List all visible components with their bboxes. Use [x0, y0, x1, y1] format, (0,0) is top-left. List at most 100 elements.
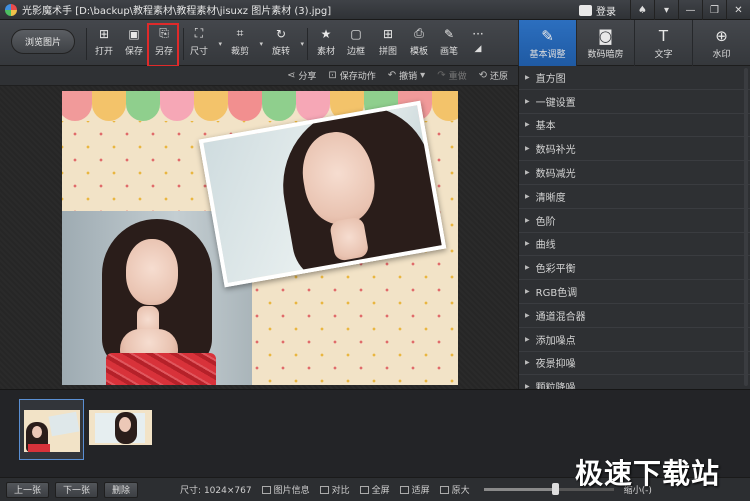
restore-label: 还原: [489, 72, 508, 82]
panel-item-one-click[interactable]: ▶ 一键设置: [519, 90, 750, 114]
panel-item-label: 数码减光: [535, 169, 576, 181]
menu-icon: ▾: [663, 4, 670, 16]
scallop-decoration: [262, 91, 296, 121]
save-icon: ▣: [128, 26, 140, 41]
panel-item-label: 基本: [535, 121, 556, 133]
panel-item-label: 色彩平衡: [535, 264, 576, 276]
thumbnail-face: [119, 417, 131, 432]
expand-arrow-icon: ▶: [525, 240, 530, 248]
chevron-down-icon[interactable]: ▾: [218, 40, 222, 48]
panel-item-fill-light[interactable]: ▶ 数码补光: [519, 137, 750, 162]
rotate-button[interactable]: ↻ 旋转 ▾: [266, 26, 304, 60]
panel-item-curves[interactable]: ▶ 曲线: [519, 233, 750, 257]
template-label: 模板: [409, 47, 428, 57]
browse-images-button[interactable]: 浏览图片: [11, 29, 75, 54]
app-name: 光影魔术手: [22, 6, 72, 17]
zoom-slider-fill: [483, 488, 556, 491]
red-dress-shape: [106, 353, 216, 385]
panel-item-label: 颗粒降噪: [535, 383, 576, 389]
chevron-down-icon[interactable]: ▾: [259, 40, 263, 48]
shirt-icon: ♠: [638, 4, 647, 16]
panel-item-label: 数码补光: [535, 145, 576, 157]
more-dropdown-icon: ◢: [474, 44, 482, 54]
close-button[interactable]: ✕: [726, 0, 750, 20]
panel-item-levels[interactable]: ▶ 色阶: [519, 209, 750, 233]
thumbnail-current[interactable]: [19, 399, 84, 460]
menu-button[interactable]: ▾: [654, 0, 678, 20]
panel-item-add-noise[interactable]: ▶ 添加噪点: [519, 328, 750, 352]
skin-button[interactable]: ♠: [630, 0, 654, 20]
edited-photo: [62, 91, 458, 385]
panel-item-histogram[interactable]: ▶ 直方图: [519, 66, 750, 90]
material-button[interactable]: ★ 素材: [311, 26, 341, 60]
tab-label: 基本调整: [529, 49, 566, 60]
brush-button[interactable]: ✎ 画笔: [434, 26, 464, 60]
expand-arrow-icon: ▶: [525, 311, 530, 319]
prev-image-button[interactable]: 上一张: [6, 481, 50, 498]
resize-button[interactable]: ⛶ 尺寸 ▾: [184, 26, 222, 60]
open-button[interactable]: ⊞ 打开: [89, 26, 119, 60]
fullscreen-icon: [359, 485, 369, 494]
next-image-button[interactable]: 下一张: [55, 481, 99, 498]
panel-item-label: 清晰度: [535, 192, 566, 204]
tab-text[interactable]: T 文字: [634, 20, 692, 66]
panel-item-reduce-light[interactable]: ▶ 数码减光: [519, 161, 750, 185]
title-bar: 光影魔术手 [D:\backup\教程素材\教程素材\jisuxz 图片素材 (…: [0, 0, 750, 20]
template-button[interactable]: ⎙ 模板: [404, 26, 434, 60]
close-icon: ✕: [734, 4, 743, 16]
expand-arrow-icon: ▶: [525, 359, 530, 367]
watermark-icon: ⊕: [715, 26, 728, 45]
more-tools-button[interactable]: ··· ◢: [463, 26, 493, 60]
zoom-slider-knob[interactable]: [552, 483, 560, 495]
panel-item-grain-denoise[interactable]: ▶ 颗粒降噪: [519, 375, 750, 389]
panel-scrollbar[interactable]: [744, 68, 748, 386]
border-label: 边框: [346, 47, 365, 57]
minimize-button[interactable]: —: [678, 0, 702, 20]
panel-item-label: 添加噪点: [535, 335, 576, 347]
tab-watermark[interactable]: ⊕ 水印: [692, 20, 750, 66]
undo-button[interactable]: ↶ 撤销 ▾: [388, 69, 425, 82]
restore-button[interactable]: ❐: [702, 0, 726, 20]
expand-arrow-icon: ▶: [525, 121, 530, 129]
restore-button[interactable]: ⟲ 还原: [479, 69, 508, 82]
login-button[interactable]: 登录: [579, 3, 616, 18]
save-as-highlight-box: [147, 23, 179, 67]
action-bar: ⋖ 分享 ⊡ 保存动作 ↶ 撤销 ▾ ↷ 重做 ⟲ 还原: [0, 66, 518, 86]
collage-button[interactable]: ⊞ 拼图: [373, 26, 403, 60]
panel-item-basic[interactable]: ▶ 基本: [519, 114, 750, 138]
share-button[interactable]: ⋖ 分享: [287, 69, 316, 82]
save-action-button[interactable]: ⊡ 保存动作: [328, 69, 375, 82]
panel-item-clarity[interactable]: ▶ 清晰度: [519, 185, 750, 209]
scallop-decoration: [92, 91, 126, 121]
panel-item-rgb-tone[interactable]: ▶ RGB色调: [519, 280, 750, 304]
crop-icon: ⌗: [236, 26, 244, 40]
resize-label: 尺寸: [189, 47, 208, 57]
panel-item-night-denoise[interactable]: ▶ 夜景抑噪: [519, 352, 750, 376]
login-icon: [579, 4, 592, 16]
scallop-decoration: [62, 91, 92, 121]
chevron-down-icon[interactable]: ▾: [300, 40, 304, 48]
fullscreen-button[interactable]: 全屏: [359, 483, 390, 496]
resize-icon: ⛶: [194, 26, 204, 40]
thumbnail-second[interactable]: [89, 410, 152, 445]
compare-button[interactable]: 对比: [319, 483, 350, 496]
scallop-decoration: [228, 91, 262, 121]
border-button[interactable]: ▢ 边框: [341, 26, 371, 60]
crop-button[interactable]: ⌗ 裁剪 ▾: [225, 26, 263, 60]
panel-item-channel-mixer[interactable]: ▶ 通道混合器: [519, 304, 750, 328]
save-label: 保存: [124, 47, 143, 57]
tab-basic-adjust[interactable]: ✎ 基本调整: [518, 20, 576, 66]
fullscreen-label: 全屏: [371, 486, 390, 496]
fit-screen-button[interactable]: 适屏: [399, 483, 430, 496]
tab-label: 数码暗房: [587, 49, 624, 60]
delete-image-button[interactable]: 删除: [104, 481, 139, 498]
save-button[interactable]: ▣ 保存: [119, 26, 149, 60]
redo-button[interactable]: ↷ 重做: [437, 69, 466, 82]
basic-adjust-icon: ✎: [541, 26, 554, 45]
original-size-button[interactable]: 原大: [439, 483, 470, 496]
panel-item-color-balance[interactable]: ▶ 色彩平衡: [519, 256, 750, 281]
image-canvas[interactable]: [0, 86, 518, 389]
expand-arrow-icon: ▶: [525, 145, 530, 153]
image-info-button[interactable]: 图片信息: [261, 483, 310, 496]
tab-darkroom[interactable]: ◙ 数码暗房: [576, 20, 634, 66]
